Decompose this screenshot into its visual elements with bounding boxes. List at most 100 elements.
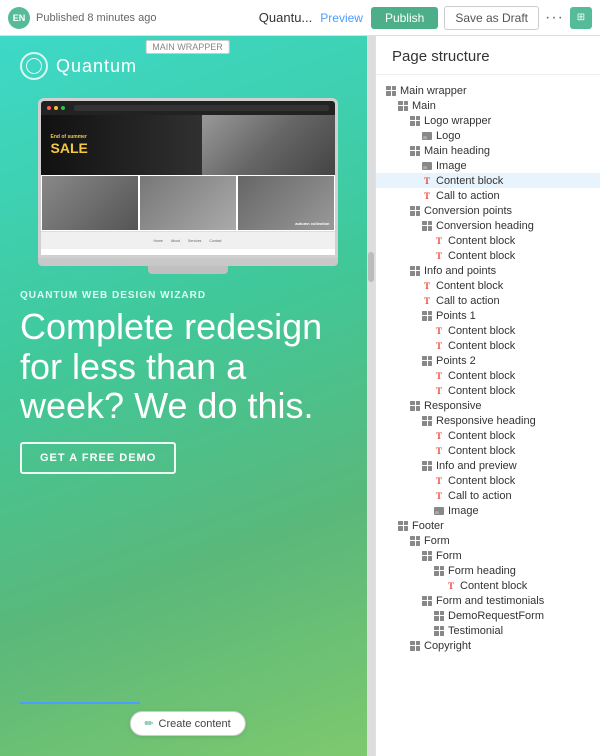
text-icon: T — [432, 371, 446, 381]
page-title: Quantu... — [259, 10, 312, 25]
text-icon: T — [420, 191, 434, 201]
text-icon: T — [420, 176, 434, 186]
tree-item-label: Content block — [448, 445, 515, 457]
grid-icon — [432, 566, 446, 576]
save-draft-button[interactable]: Save as Draft — [444, 6, 539, 30]
grid-icon — [408, 641, 422, 651]
text-icon: T — [432, 341, 446, 351]
tree-item[interactable]: TContent block — [376, 278, 600, 293]
user-avatar[interactable]: EN — [8, 7, 30, 29]
tree-item[interactable]: Main heading — [376, 143, 600, 158]
grid-icon — [420, 356, 434, 366]
tree-item[interactable]: Logo — [376, 128, 600, 143]
preview-link[interactable]: Preview — [320, 11, 363, 25]
footer-nav-2: About — [171, 239, 180, 243]
tree-item[interactable]: TCall to action — [376, 488, 600, 503]
grid-icon — [420, 221, 434, 231]
tree-item[interactable]: TContent block — [376, 473, 600, 488]
text-icon: T — [432, 491, 446, 501]
nav-dot-yellow — [54, 106, 58, 110]
grid-icon — [432, 626, 446, 636]
tree-item[interactable]: Conversion points — [376, 203, 600, 218]
create-content-bar: ✏ Create content — [129, 711, 245, 736]
text-icon: T — [420, 296, 434, 306]
grid-icon — [408, 266, 422, 276]
tree-item-label: Content block — [448, 235, 515, 247]
canvas-scroll-thumb[interactable] — [368, 252, 374, 282]
tree-item[interactable]: TContent block — [376, 443, 600, 458]
panel-title: Page structure — [392, 48, 490, 65]
tree-item[interactable]: TContent block — [376, 578, 600, 593]
pencil-icon: ✏ — [144, 717, 153, 730]
tree-item[interactable]: Info and points — [376, 263, 600, 278]
laptop-nav — [41, 101, 335, 115]
tree-item[interactable]: Info and preview — [376, 458, 600, 473]
tree-item[interactable]: DemoRequestForm — [376, 608, 600, 623]
more-options-button[interactable]: ··· — [545, 9, 564, 27]
tree-item-label: Content block — [448, 370, 515, 382]
page-structure-tree: Main wrapperMainLogo wrapperLogo Main hea… — [376, 75, 600, 661]
tree-item[interactable]: TContent block — [376, 338, 600, 353]
tree-item[interactable]: Form heading — [376, 563, 600, 578]
laptop-mockup: End of summer SALE — [38, 98, 338, 274]
user-menu-button[interactable]: ⊞ — [570, 7, 592, 29]
create-content-label: Create content — [159, 718, 231, 730]
publish-status: Published 8 minutes ago — [36, 12, 156, 24]
tree-item[interactable]: TCall to action — [376, 293, 600, 308]
tree-item[interactable]: Points 1 — [376, 308, 600, 323]
tree-item[interactable]: Testimonial — [376, 623, 600, 638]
tree-item[interactable]: Copyright — [376, 638, 600, 653]
grid-item-1 — [42, 176, 138, 230]
tree-item-label: Content block — [436, 175, 503, 187]
tree-item-label: Call to action — [436, 295, 500, 307]
create-content-button[interactable]: ✏ Create content — [129, 711, 245, 736]
tree-item-label: Points 2 — [436, 355, 476, 367]
panel-header: Page structure — [376, 36, 600, 75]
tree-item[interactable]: Points 2 — [376, 353, 600, 368]
tree-item[interactable]: Responsive — [376, 398, 600, 413]
text-icon: T — [420, 281, 434, 291]
tree-item-label: Main heading — [424, 145, 490, 157]
tree-item[interactable]: TContent block — [376, 368, 600, 383]
tree-item[interactable]: Main wrapper — [376, 83, 600, 98]
laptop-footer-nav: Home About Services Contact — [41, 231, 335, 249]
tree-item[interactable]: Footer — [376, 518, 600, 533]
text-icon: T — [432, 326, 446, 336]
grid-icon — [396, 521, 410, 531]
hero-dark-side: End of summer SALE — [41, 115, 217, 175]
text-icon: T — [444, 581, 458, 591]
main-layout: MAIN WRAPPER Quantum — [0, 36, 600, 756]
footer-nav-1: Home — [154, 239, 163, 243]
tree-item[interactable]: TContent block — [376, 428, 600, 443]
tree-item-label: Form — [424, 535, 450, 547]
tree-item-label: Conversion heading — [436, 220, 534, 232]
tree-item[interactable]: TCall to action — [376, 188, 600, 203]
tree-item[interactable]: TContent block — [376, 233, 600, 248]
tree-item[interactable]: TContent block — [376, 248, 600, 263]
text-icon: T — [432, 446, 446, 456]
address-bar — [74, 105, 329, 111]
tree-item[interactable]: Image — [376, 158, 600, 173]
tree-item[interactable]: Conversion heading — [376, 218, 600, 233]
tree-item[interactable]: Main — [376, 98, 600, 113]
tree-item-label: Form heading — [448, 565, 516, 577]
tree-item[interactable]: Logo wrapper — [376, 113, 600, 128]
tree-item-label: Content block — [448, 430, 515, 442]
site-headline: Complete redesign for less than a week? … — [20, 307, 355, 426]
image-icon — [432, 506, 446, 516]
site-cta-button[interactable]: GET A FREE DEMO — [20, 442, 176, 474]
grid-item-3: autumn collection — [238, 176, 334, 230]
tree-item[interactable]: Form and testimonials — [376, 593, 600, 608]
tree-item[interactable]: Form — [376, 548, 600, 563]
canvas-scrollbar[interactable] — [367, 36, 375, 756]
tree-item[interactable]: Responsive heading — [376, 413, 600, 428]
publish-button[interactable]: Publish — [371, 7, 438, 29]
tree-item[interactable]: TContent block — [376, 173, 600, 188]
right-panel: Page structure Main wrapperMainLogo wrap… — [375, 36, 600, 756]
tree-item[interactable]: TContent block — [376, 323, 600, 338]
tree-item[interactable]: Form — [376, 533, 600, 548]
tree-item[interactable]: TContent block — [376, 383, 600, 398]
tree-item[interactable]: Image — [376, 503, 600, 518]
laptop-image-grid: autumn collection — [41, 175, 335, 231]
text-icon: T — [432, 386, 446, 396]
